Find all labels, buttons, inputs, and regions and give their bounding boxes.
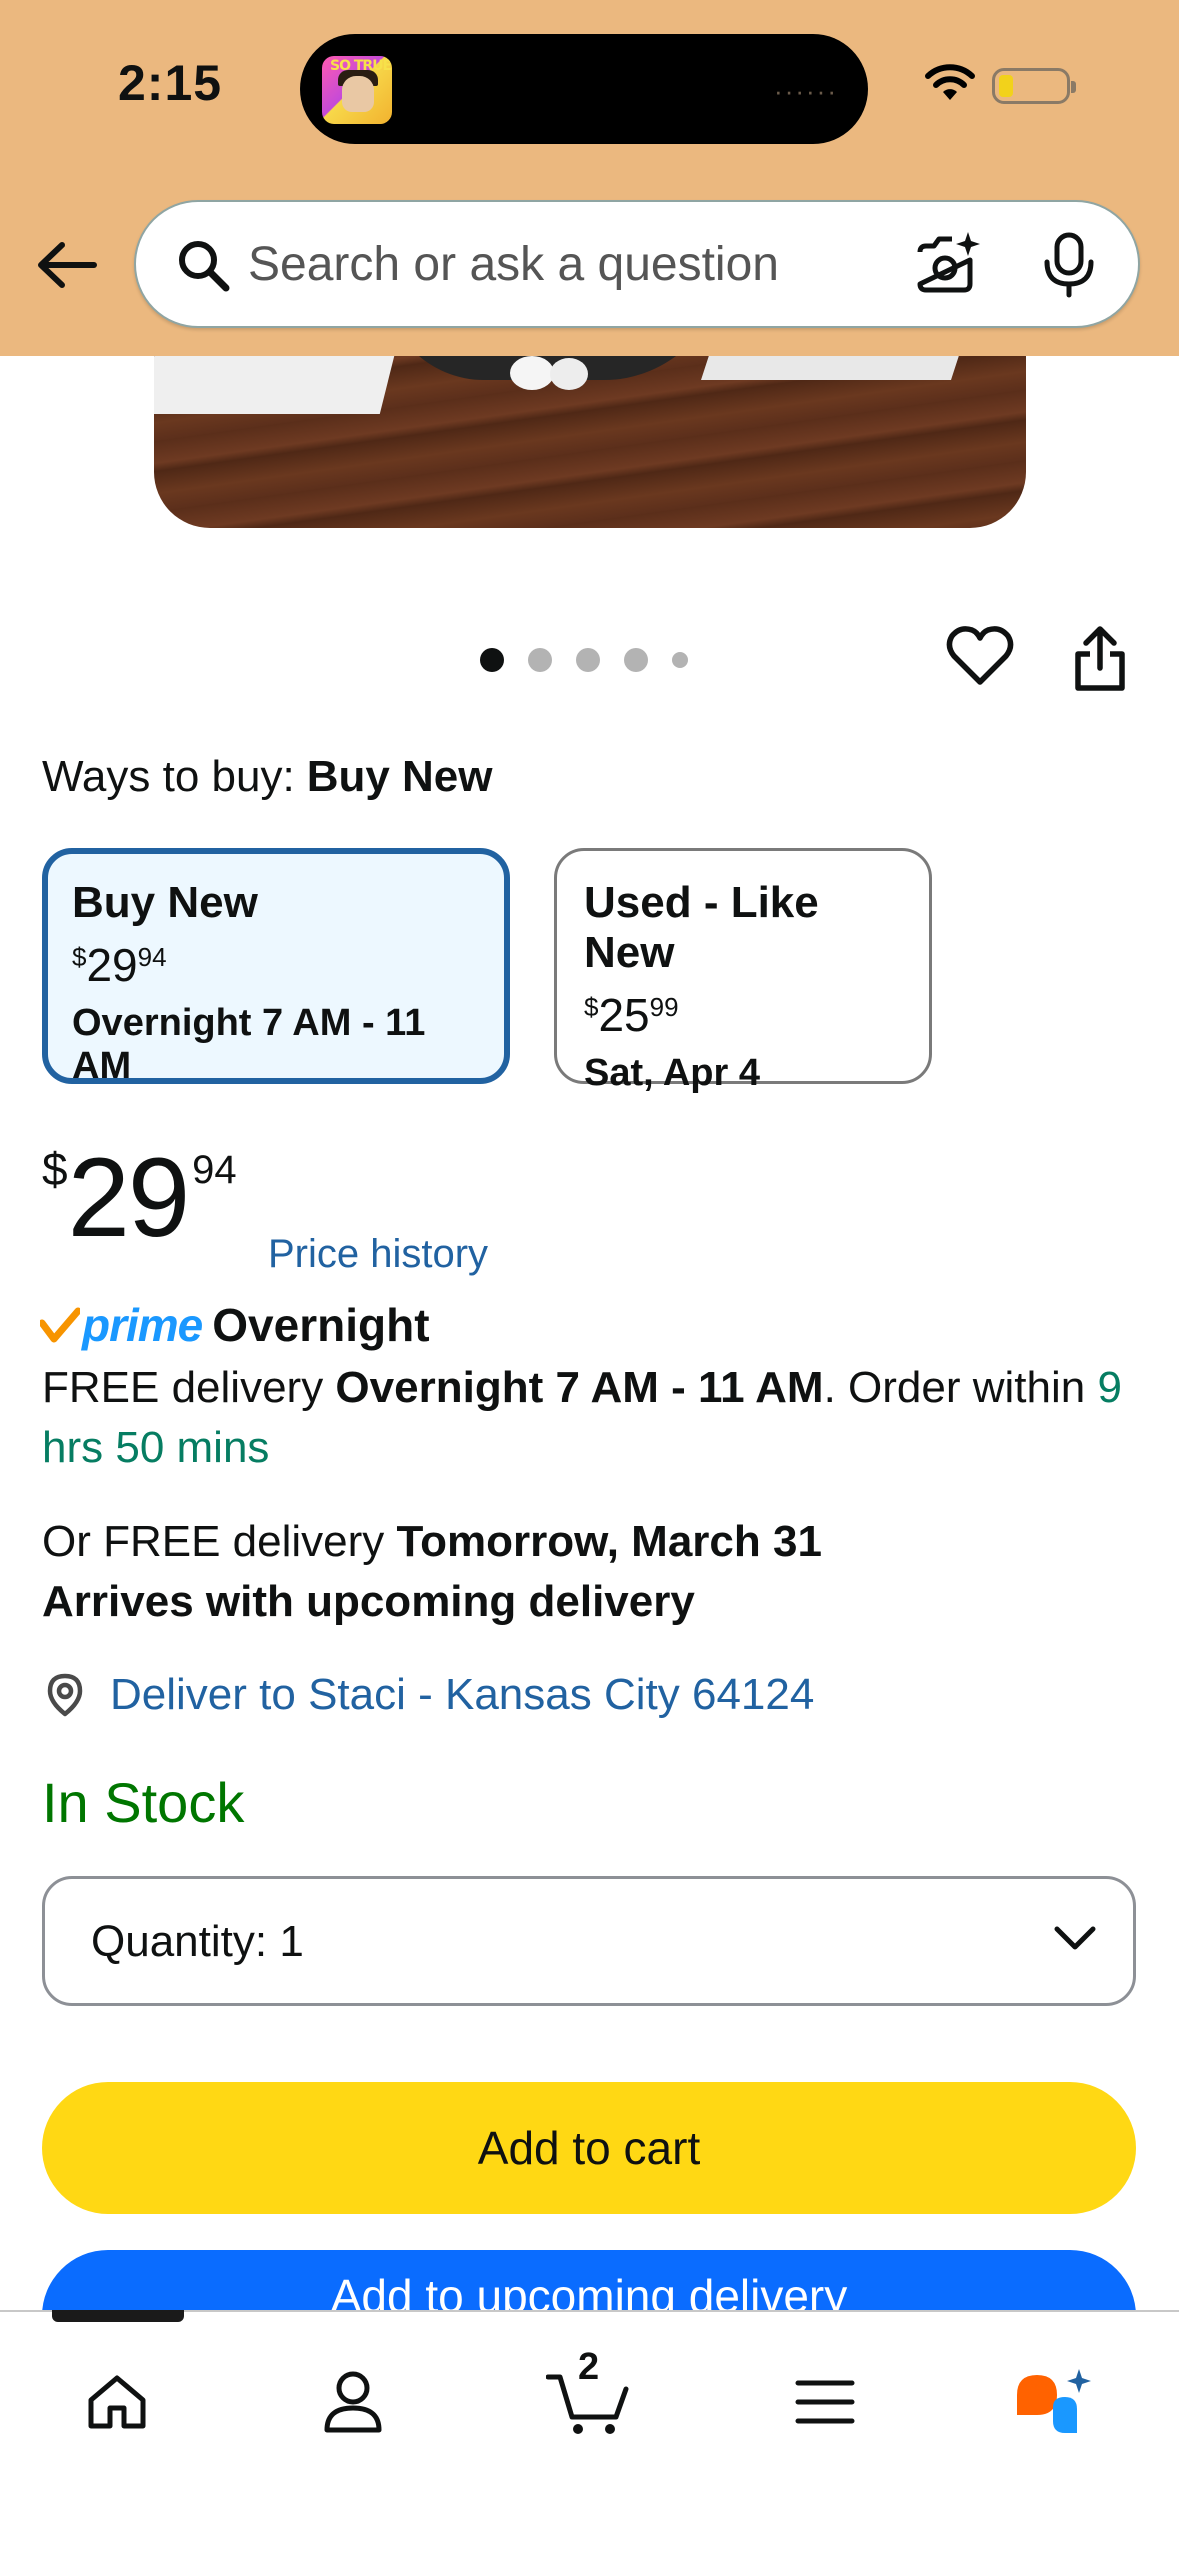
chevron-down-icon <box>1054 1926 1096 1950</box>
price-whole: 29 <box>86 939 138 991</box>
stock-status: In Stock <box>42 1771 245 1834</box>
deliver-to-link[interactable]: Deliver to Staci - Kansas City 64124 <box>42 1670 814 1720</box>
prime-delivery-label: Overnight <box>212 1299 430 1351</box>
price-fraction: 94 <box>137 942 167 972</box>
delivery-order-within: . Order within <box>823 1363 1098 1412</box>
rufus-assistant-icon <box>1017 2369 1091 2433</box>
image-paw <box>510 356 554 390</box>
carousel-dot[interactable] <box>624 648 648 672</box>
used-like-new-option[interactable]: Used - Like New $25 99 Sat, Apr 4 <box>554 848 932 1094</box>
location-pin-icon <box>47 1673 83 1717</box>
prime-badge: prime Overnight <box>40 1298 430 1352</box>
product-price: $29 94 <box>42 1142 237 1254</box>
account-icon <box>324 2371 382 2433</box>
waveform-icon: ······ <box>774 76 838 106</box>
wifi-icon <box>925 64 975 100</box>
nav-active-indicator <box>52 2310 184 2322</box>
secondary-delivery-message: Or FREE delivery Tomorrow, March 31 Arri… <box>42 1512 1142 1632</box>
nav-account[interactable] <box>298 2352 408 2452</box>
prime-logo-text: prime <box>82 1299 203 1351</box>
back-arrow-icon <box>38 242 97 288</box>
microphone-icon[interactable] <box>1042 232 1096 298</box>
delivery-prefix: FREE delivery <box>42 1363 336 1412</box>
price-history-link[interactable]: Price history <box>268 1232 488 1277</box>
search-input[interactable] <box>248 228 888 300</box>
price-currency: $ <box>42 1143 68 1195</box>
quantity-value: 1 <box>279 1917 304 1966</box>
quantity-label: Quantity: 1 <box>91 1917 304 1967</box>
delivery-date: Tomorrow, March 31 <box>396 1517 822 1566</box>
bottom-navigation: 2 <box>0 2310 1179 2556</box>
price-whole: 25 <box>598 989 650 1041</box>
menu-icon <box>795 2380 855 2424</box>
option-price: $25 99 <box>584 992 902 1038</box>
quantity-dropdown[interactable]: Quantity: 1 <box>42 1876 1136 2006</box>
wishlist-heart-icon[interactable] <box>946 624 1014 688</box>
battery-icon <box>992 68 1076 104</box>
image-carousel-dots[interactable] <box>480 648 688 672</box>
artwork-text: SO TRUE <box>330 58 392 74</box>
status-bar-time: 2:15 <box>118 55 223 111</box>
price-fraction: 94 <box>192 1148 237 1192</box>
dynamic-island[interactable]: SO TRUE ······ <box>300 34 868 144</box>
back-button[interactable] <box>34 230 100 300</box>
now-playing-artwork: SO TRUE <box>322 56 392 124</box>
home-icon <box>88 2375 146 2429</box>
delivery-prefix: Or FREE delivery <box>42 1517 397 1566</box>
image-paw <box>550 358 588 390</box>
ways-to-buy: Ways to buy: Buy New <box>42 752 493 802</box>
nav-cart[interactable]: 2 <box>534 2346 644 2452</box>
share-icon[interactable] <box>1072 624 1128 692</box>
price-fraction: 99 <box>649 992 679 1022</box>
option-title: Buy New <box>72 878 258 927</box>
buy-new-option[interactable]: Buy New $29 94 Overnight 7 AM - 11 AM <box>42 848 510 1087</box>
prime-check-icon <box>40 1307 80 1343</box>
primary-delivery-message: FREE delivery Overnight 7 AM - 11 AM. Or… <box>42 1358 1142 1478</box>
nav-home[interactable] <box>62 2352 172 2452</box>
option-price: $29 94 <box>72 942 480 988</box>
battery-nub <box>1071 81 1076 93</box>
battery-level <box>999 75 1013 97</box>
top-header: 2:15 SO TRUE ······ <box>0 0 1179 356</box>
cart-count-badge: 2 <box>578 2346 600 2388</box>
carousel-dot[interactable] <box>528 648 552 672</box>
artwork-face <box>342 76 374 112</box>
delivery-window: Overnight 7 AM - 11 AM <box>335 1363 824 1412</box>
deliver-to-address[interactable]: Deliver to Staci - Kansas City 64124 <box>110 1670 814 1720</box>
ways-to-buy-selected: Buy New <box>306 752 493 801</box>
add-to-cart-button[interactable]: Add to cart <box>42 2082 1136 2214</box>
carousel-dot[interactable] <box>480 648 504 672</box>
carousel-dot[interactable] <box>672 652 688 668</box>
option-delivery: Overnight 7 AM - 11 AM <box>72 1002 426 1087</box>
upcoming-delivery-note: Arrives with upcoming delivery <box>42 1577 695 1626</box>
search-bar[interactable] <box>134 200 1140 328</box>
price-whole: 29 <box>67 1135 191 1260</box>
nav-rufus[interactable] <box>1000 2352 1110 2452</box>
quantity-label-text: Quantity: <box>91 1917 268 1966</box>
nav-menu[interactable] <box>770 2352 880 2452</box>
price-currency: $ <box>72 942 87 972</box>
search-icon <box>179 241 230 292</box>
option-delivery: Sat, Apr 4 <box>584 1052 760 1094</box>
ways-to-buy-label: Ways to buy: <box>42 752 295 801</box>
option-title: Used - Like New <box>584 878 819 977</box>
price-currency: $ <box>584 992 599 1022</box>
camera-search-icon[interactable] <box>912 230 982 300</box>
carousel-dot[interactable] <box>576 648 600 672</box>
